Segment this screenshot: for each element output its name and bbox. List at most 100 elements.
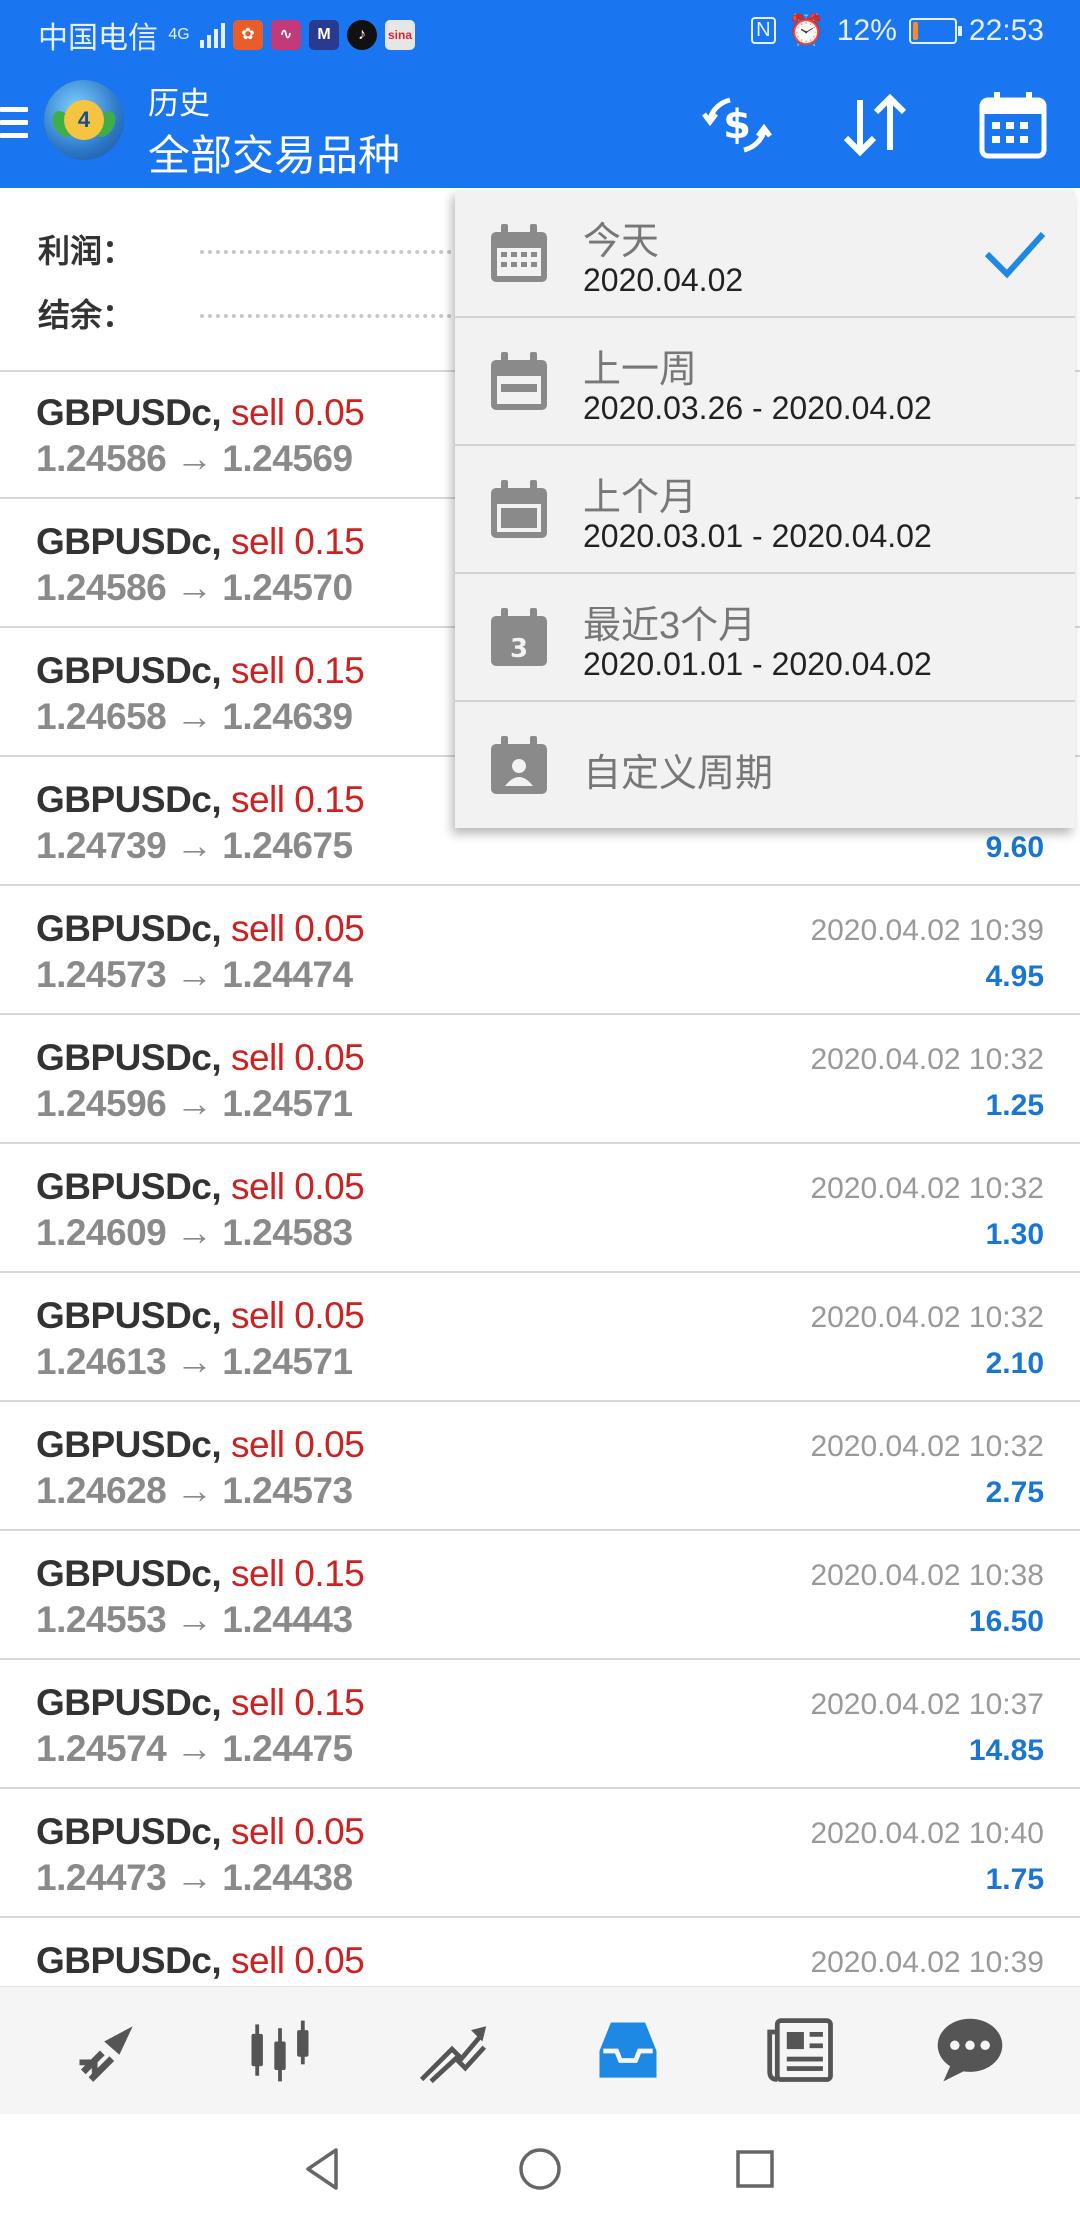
trade-prices: 1.24586 → 1.24569 bbox=[36, 438, 353, 479]
trade-profit: 2.75 bbox=[985, 1476, 1044, 1509]
battery-percent: 12% bbox=[836, 13, 897, 47]
carrier-label: 中国电信 bbox=[38, 22, 158, 55]
trade-time: 2020.04.02 10:40 bbox=[810, 1817, 1044, 1850]
chat-icon[interactable] bbox=[930, 2013, 1010, 2089]
period-label: 最近3个月 bbox=[583, 605, 757, 647]
trade-symbol: GBPUSDc, sell 0.05 bbox=[36, 1811, 365, 1852]
trade-time: 2020.04.02 10:32 bbox=[810, 1301, 1044, 1334]
trade-prices: 1.24628 → 1.24573 bbox=[36, 1470, 353, 1511]
trade-symbol: GBPUSDc, sell 0.15 bbox=[36, 650, 365, 691]
nfc-icon: N bbox=[751, 17, 776, 44]
trade-row[interactable]: GBPUSDc, sell 0.05 1.24609 → 1.24583 2020.… bbox=[0, 1144, 1080, 1273]
trade-prices: 1.24658 → 1.24639 bbox=[36, 696, 353, 737]
trade-time: 2020.04.02 10:38 bbox=[810, 1559, 1044, 1592]
chart-icon[interactable] bbox=[240, 2013, 320, 2089]
trade-symbol: GBPUSDc, sell 0.15 bbox=[36, 779, 365, 820]
calendar-icon[interactable] bbox=[976, 88, 1050, 162]
trade-side: sell 0.15 bbox=[230, 779, 365, 820]
trade-row[interactable]: GBPUSDc, sell 0.05 1.24473 → 1.24438 2020.… bbox=[0, 1789, 1080, 1918]
trade-time: 2020.04.02 10:37 bbox=[810, 1688, 1044, 1721]
trade-side: sell 0.05 bbox=[230, 1295, 365, 1336]
trade-symbol: GBPUSDc, sell 0.05 bbox=[36, 1424, 365, 1465]
trade-profit: 1.75 bbox=[985, 1863, 1044, 1896]
trade-symbol: GBPUSDc, sell 0.05 bbox=[36, 392, 365, 433]
page-title[interactable]: 全部交易品种 bbox=[148, 122, 400, 183]
period-label: 自定义周期 bbox=[583, 753, 774, 795]
alarm-icon: ⏰ bbox=[787, 14, 825, 47]
period-label: 上一周 bbox=[583, 349, 698, 391]
back-icon[interactable] bbox=[298, 2144, 348, 2194]
trade-symbol: GBPUSDc, sell 0.15 bbox=[36, 1682, 365, 1723]
home-icon[interactable] bbox=[515, 2144, 565, 2194]
trade-symbol: GBPUSDc, sell 0.05 bbox=[36, 1940, 365, 1981]
trade-prices: 1.24574 → 1.24475 bbox=[36, 1728, 353, 1769]
period-option[interactable]: 今天 2020.04.02 bbox=[455, 190, 1075, 318]
app-notification-icon: M bbox=[309, 20, 339, 50]
network-type: 4G bbox=[168, 26, 190, 43]
trade-side: sell 0.05 bbox=[230, 908, 365, 949]
quotes-icon[interactable] bbox=[68, 2013, 148, 2089]
sort-icon[interactable] bbox=[838, 88, 912, 162]
trade-row[interactable]: GBPUSDc, sell 0.05 1.24596 → 1.24571 2020.… bbox=[0, 1015, 1080, 1144]
trade-profit: 4.95 bbox=[985, 960, 1044, 993]
trade-row[interactable]: GBPUSDc, sell 0.05 1.24613 → 1.24571 2020.… bbox=[0, 1273, 1080, 1402]
trade-side: sell 0.05 bbox=[230, 392, 365, 433]
trade-time: 2020.04.02 10:32 bbox=[810, 1172, 1044, 1205]
trade-row[interactable]: GBPUSDc, sell 0.15 1.24553 → 1.24443 2020.… bbox=[0, 1531, 1080, 1660]
recents-icon[interactable] bbox=[730, 2144, 780, 2194]
trade-side: sell 0.05 bbox=[230, 1037, 365, 1078]
trade-side: sell 0.15 bbox=[230, 650, 365, 691]
calendar-custom-icon bbox=[491, 736, 547, 794]
history-icon[interactable] bbox=[588, 2013, 668, 2089]
period-label: 上个月 bbox=[583, 477, 698, 519]
trade-time: 2020.04.02 10:39 bbox=[810, 1946, 1044, 1979]
trade-side: sell 0.15 bbox=[230, 1553, 365, 1594]
news-icon[interactable] bbox=[762, 2013, 842, 2089]
period-option[interactable]: 上个月 2020.03.01 - 2020.04.02 bbox=[455, 446, 1075, 574]
trade-prices: 1.24553 → 1.24443 bbox=[36, 1599, 353, 1640]
trade-side: sell 0.15 bbox=[230, 521, 365, 562]
battery-level bbox=[912, 21, 918, 40]
period-label: 今天 bbox=[583, 221, 660, 263]
trade-profit: 1.30 bbox=[985, 1218, 1044, 1251]
calendar-today-icon bbox=[491, 224, 547, 282]
trade-profit: 1.25 bbox=[985, 1089, 1044, 1122]
page-subtitle: 历史 bbox=[148, 86, 210, 121]
trade-side: sell 0.05 bbox=[230, 1940, 365, 1981]
trade-side: sell 0.05 bbox=[230, 1424, 365, 1465]
calendar-week-icon bbox=[491, 352, 547, 410]
menu-icon[interactable] bbox=[0, 107, 28, 143]
trade-profit: 16.50 bbox=[968, 1605, 1044, 1638]
trade-symbol: GBPUSDc, sell 0.05 bbox=[36, 1166, 365, 1207]
trade-profit: 9.60 bbox=[985, 831, 1044, 864]
check-icon bbox=[984, 231, 1046, 279]
trade-row[interactable]: GBPUSDc, sell 0.15 1.24574 → 1.24475 2020.… bbox=[0, 1660, 1080, 1789]
trade-symbol: GBPUSDc, sell 0.05 bbox=[36, 908, 365, 949]
trade-prices: 1.24586 → 1.24570 bbox=[36, 567, 353, 608]
period-range: 2020.01.01 - 2020.04.02 bbox=[583, 646, 932, 682]
signal-icon bbox=[200, 22, 225, 48]
trade-side: sell 0.05 bbox=[230, 1811, 365, 1852]
profit-label: 利润： bbox=[38, 233, 135, 269]
balance-label: 结余： bbox=[38, 297, 135, 333]
svg-text:$: $ bbox=[723, 102, 751, 148]
period-option[interactable]: 3 最近3个月 2020.01.01 - 2020.04.02 bbox=[455, 574, 1075, 702]
currency-exchange-icon[interactable]: $ bbox=[700, 88, 774, 162]
trade-icon[interactable] bbox=[412, 2013, 492, 2089]
bottom-navigation bbox=[0, 1986, 1080, 2115]
trade-row[interactable]: GBPUSDc, sell 0.05 1.24628 → 1.24573 2020.… bbox=[0, 1402, 1080, 1531]
period-option[interactable]: 上一周 2020.03.26 - 2020.04.02 bbox=[455, 318, 1075, 446]
period-option[interactable]: 自定义周期 bbox=[455, 702, 1075, 828]
period-range: 2020.03.26 - 2020.04.02 bbox=[583, 390, 932, 426]
trade-row[interactable]: GBPUSDc, sell 0.05 1.24573 → 1.24474 2020.… bbox=[0, 886, 1080, 1015]
calendar-month-icon bbox=[491, 480, 547, 538]
trade-prices: 1.24613 → 1.24571 bbox=[36, 1341, 353, 1382]
trade-side: sell 0.15 bbox=[230, 1682, 365, 1723]
metatrader-logo[interactable]: 4 bbox=[44, 80, 124, 160]
trade-symbol: GBPUSDc, sell 0.05 bbox=[36, 1037, 365, 1078]
trade-prices: 1.24473 → 1.24438 bbox=[36, 1857, 353, 1898]
trade-time: 2020.04.02 10:32 bbox=[810, 1430, 1044, 1463]
trade-prices: 1.24609 → 1.24583 bbox=[36, 1212, 353, 1253]
trade-profit: 14.85 bbox=[968, 1734, 1044, 1767]
period-dropdown: 今天 2020.04.02 上一周 2020.03.26 - 2020.04.02 上个… bbox=[455, 190, 1075, 828]
